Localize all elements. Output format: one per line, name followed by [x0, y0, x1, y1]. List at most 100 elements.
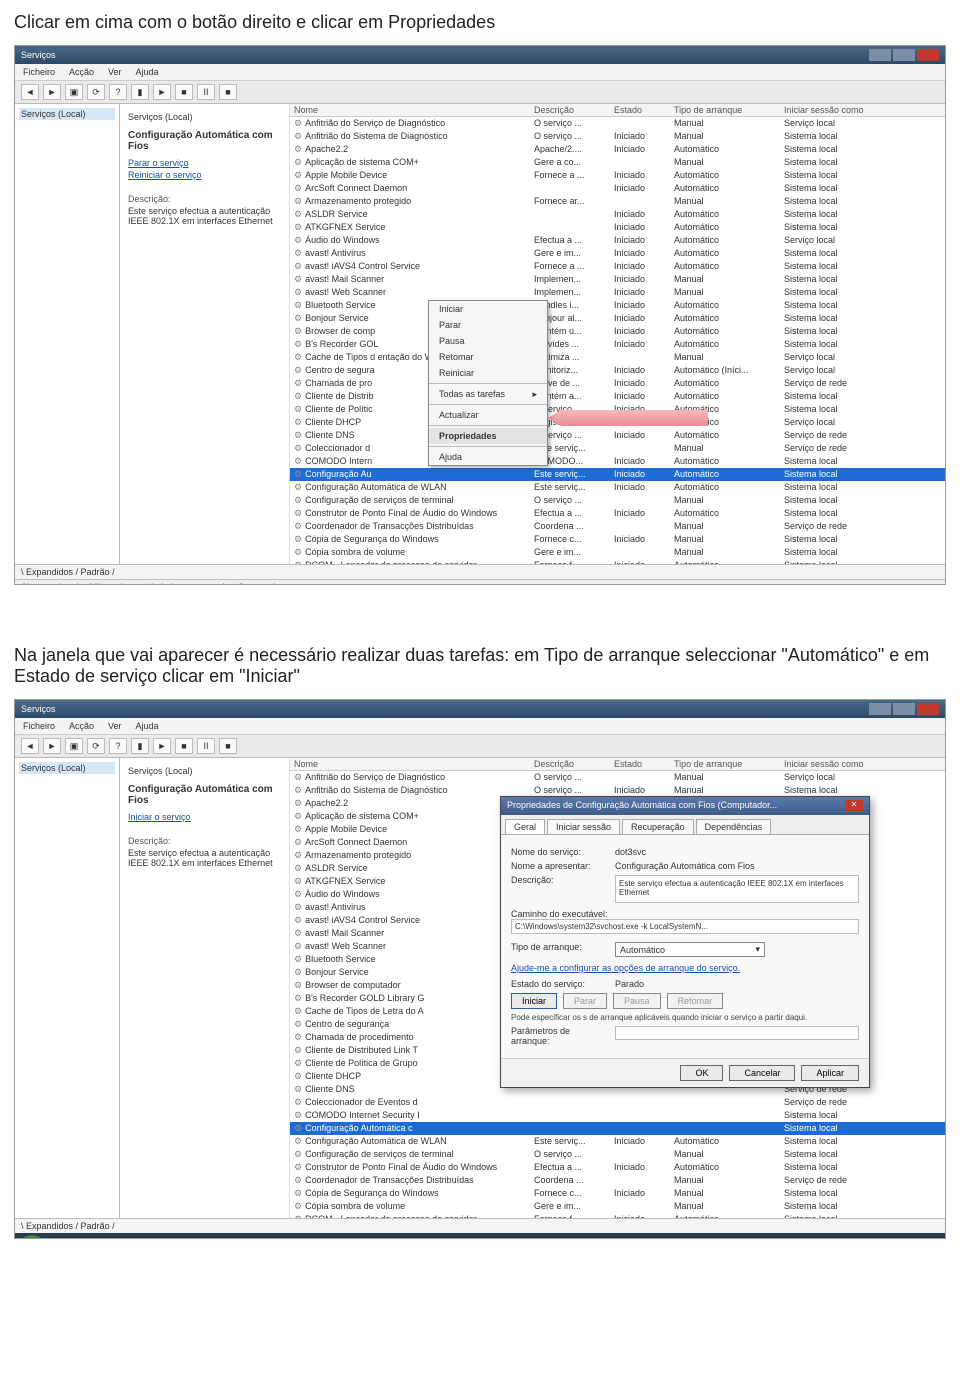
dialog-close-button[interactable]: ✕: [845, 800, 863, 812]
service-row[interactable]: ⚙Bluetooth ServiceHandles i...IniciadoAu…: [290, 299, 945, 312]
context-menu-item[interactable]: Retomar: [429, 349, 547, 365]
column-header[interactable]: Nome: [294, 105, 534, 115]
service-row[interactable]: ⚙Aplicação de sistema COM+Gere a co...Ma…: [290, 156, 945, 169]
toolbar-button[interactable]: ►: [43, 84, 61, 100]
service-row[interactable]: ⚙Centro de seguraMonitoriz...IniciadoAut…: [290, 364, 945, 377]
dialog-tab[interactable]: Recuperação: [622, 819, 694, 834]
view-tabs[interactable]: \ Expandidos / Padrão /: [15, 564, 945, 579]
close-button[interactable]: [917, 703, 939, 715]
column-header[interactable]: Tipo de arranque: [674, 759, 784, 769]
window-titlebar[interactable]: Serviços: [15, 46, 945, 64]
taskbar-item[interactable]: Painel de contr...: [285, 1238, 363, 1240]
taskbar-item[interactable]: Manuais Rollou...: [202, 1238, 282, 1240]
toolbar-button[interactable]: ?: [109, 84, 127, 100]
service-row[interactable]: ⚙Cache de Tipos d entação do Wi...Optimi…: [290, 351, 945, 364]
toolbar-button[interactable]: ◄: [21, 738, 39, 754]
menu-ficheiro[interactable]: Ficheiro: [23, 67, 55, 77]
tree-root[interactable]: Serviços (Local): [19, 762, 115, 774]
column-header[interactable]: Descrição: [534, 105, 614, 115]
toolbar-button[interactable]: II: [197, 84, 215, 100]
taskbar-item[interactable]: Credenciais Utili...: [115, 1238, 197, 1240]
maximize-button[interactable]: [893, 703, 915, 715]
context-menu-item[interactable]: Parar: [429, 317, 547, 333]
list-header[interactable]: NomeDescriçãoEstadoTipo de arranqueInici…: [290, 758, 945, 771]
toolbar-button[interactable]: ■: [175, 738, 193, 754]
stop-button[interactable]: Parar: [563, 993, 607, 1009]
service-row[interactable]: ⚙Coordenador de Transacções Distribuídas…: [290, 520, 945, 533]
service-row[interactable]: ⚙avast! AntivirusGere e im...IniciadoAut…: [290, 247, 945, 260]
toolbar-button[interactable]: ■: [219, 84, 237, 100]
pause-button[interactable]: Pausa: [613, 993, 661, 1009]
service-row[interactable]: ⚙Configuração de serviços de terminalO s…: [290, 1148, 945, 1161]
ok-button[interactable]: OK: [680, 1065, 723, 1081]
toolbar-button[interactable]: ■: [219, 738, 237, 754]
service-row[interactable]: ⚙Apache2.2Apache/2....IniciadoAutomático…: [290, 143, 945, 156]
service-row[interactable]: ⚙Cópia de Segurança do WindowsFornece c.…: [290, 1187, 945, 1200]
service-row[interactable]: ⚙Configuração AuEste serviç...IniciadoAu…: [290, 468, 945, 481]
context-menu-item[interactable]: Reiniciar: [429, 365, 547, 381]
start-params-input[interactable]: [615, 1026, 859, 1040]
menu-ajuda[interactable]: Ajuda: [136, 67, 159, 77]
column-header[interactable]: Iniciar sessão como: [784, 105, 904, 115]
start-button[interactable]: [19, 1235, 45, 1239]
column-header[interactable]: Nome: [294, 759, 534, 769]
service-row[interactable]: ⚙Coleccionador dEste serviç...ManualServ…: [290, 442, 945, 455]
toolbar-button[interactable]: ■: [175, 84, 193, 100]
context-menu-item[interactable]: Actualizar: [429, 407, 547, 423]
menu-ficheiro[interactable]: Ficheiro: [23, 721, 55, 731]
service-row[interactable]: ⚙avast! Mail ScannerImplemen...IniciadoM…: [290, 273, 945, 286]
view-tabs[interactable]: \ Expandidos / Padrão /: [15, 1218, 945, 1233]
taskbar-item[interactable]: Ferramentas Ad...: [367, 1238, 449, 1240]
resume-button[interactable]: Retomar: [667, 993, 724, 1009]
column-header[interactable]: Descrição: [534, 759, 614, 769]
dialog-tab[interactable]: Geral: [505, 819, 545, 834]
apply-button[interactable]: Aplicar: [801, 1065, 859, 1081]
column-header[interactable]: Tipo de arranque: [674, 105, 784, 115]
toolbar-button[interactable]: ▮: [131, 84, 149, 100]
service-row[interactable]: ⚙Áudio do WindowsEfectua a ...IniciadoAu…: [290, 234, 945, 247]
service-row[interactable]: ⚙ATKGFNEX ServiceIniciadoAutomáticoSiste…: [290, 221, 945, 234]
startup-type-dropdown[interactable]: Automático ▾: [615, 942, 765, 957]
service-row[interactable]: ⚙DCOM - Lançador de processo de servidor…: [290, 559, 945, 564]
service-row[interactable]: ⚙COMODO InternCOMODO...IniciadoAutomátic…: [290, 455, 945, 468]
toolbar-button[interactable]: ◄: [21, 84, 39, 100]
service-row[interactable]: ⚙Construtor de Ponto Final de Áudio do W…: [290, 1161, 945, 1174]
context-menu-item[interactable]: Propriedades: [429, 428, 547, 444]
service-row[interactable]: ⚙Apple Mobile DeviceFornece a ...Iniciad…: [290, 169, 945, 182]
column-header[interactable]: Estado: [614, 759, 674, 769]
menu-ver[interactable]: Ver: [108, 721, 122, 731]
menu-ver[interactable]: Ver: [108, 67, 122, 77]
toolbar-button[interactable]: ⟳: [87, 84, 105, 100]
toolbar-button[interactable]: ▣: [65, 84, 83, 100]
taskbar-item[interactable]: Computador: [49, 1238, 111, 1240]
service-row[interactable]: ⚙Configuração Automática de WLANEste ser…: [290, 1135, 945, 1148]
close-button[interactable]: [917, 49, 939, 61]
dialog-tab[interactable]: Dependências: [696, 819, 772, 834]
service-row[interactable]: ⚙DCOM - Lançador de processo de servidor…: [290, 1213, 945, 1218]
toolbar-button[interactable]: ▣: [65, 738, 83, 754]
service-row[interactable]: ⚙Cliente DNSO serviço ...IniciadoAutomát…: [290, 429, 945, 442]
menu-acção[interactable]: Acção: [69, 721, 94, 731]
service-row[interactable]: ⚙B's Recorder GOLProvides ...IniciadoAut…: [290, 338, 945, 351]
column-header[interactable]: Iniciar sessão como: [784, 759, 904, 769]
properties-dialog[interactable]: Propriedades de Configuração Automática …: [500, 796, 870, 1088]
service-row[interactable]: ⚙ArcSoft Connect DaemonIniciadoAutomátic…: [290, 182, 945, 195]
minimize-button[interactable]: [869, 703, 891, 715]
service-row[interactable]: ⚙Anfitrião do Serviço de DiagnósticoO se…: [290, 771, 945, 784]
context-menu[interactable]: IniciarPararPausaRetomarReiniciarTodas a…: [428, 300, 548, 466]
taskbar[interactable]: Computador Credenciais Utili... Manuais Ro…: [15, 1233, 945, 1239]
service-row[interactable]: ⚙Construtor de Ponto Final de Áudio do W…: [290, 507, 945, 520]
service-row[interactable]: ⚙Browser de compMantém u...IniciadoAutom…: [290, 325, 945, 338]
toolbar-button[interactable]: ►: [43, 738, 61, 754]
service-row[interactable]: ⚙Configuração Automática de WLANEste ser…: [290, 481, 945, 494]
list-header[interactable]: NomeDescriçãoEstadoTipo de arranqueInici…: [290, 104, 945, 117]
service-row[interactable]: ⚙COMODO Internet Security ISistema local: [290, 1109, 945, 1122]
menu-ajuda[interactable]: Ajuda: [136, 721, 159, 731]
action-link[interactable]: Reiniciar o serviço: [128, 170, 281, 180]
service-row[interactable]: ⚙avast! iAVS4 Control ServiceFornece a .…: [290, 260, 945, 273]
tree-root[interactable]: Serviços (Local): [19, 108, 115, 120]
service-row[interactable]: ⚙ASLDR ServiceIniciadoAutomáticoSistema …: [290, 208, 945, 221]
dialog-titlebar[interactable]: Propriedades de Configuração Automática …: [501, 797, 869, 815]
context-menu-item[interactable]: Ajuda: [429, 449, 547, 465]
toolbar-button[interactable]: ▮: [131, 738, 149, 754]
